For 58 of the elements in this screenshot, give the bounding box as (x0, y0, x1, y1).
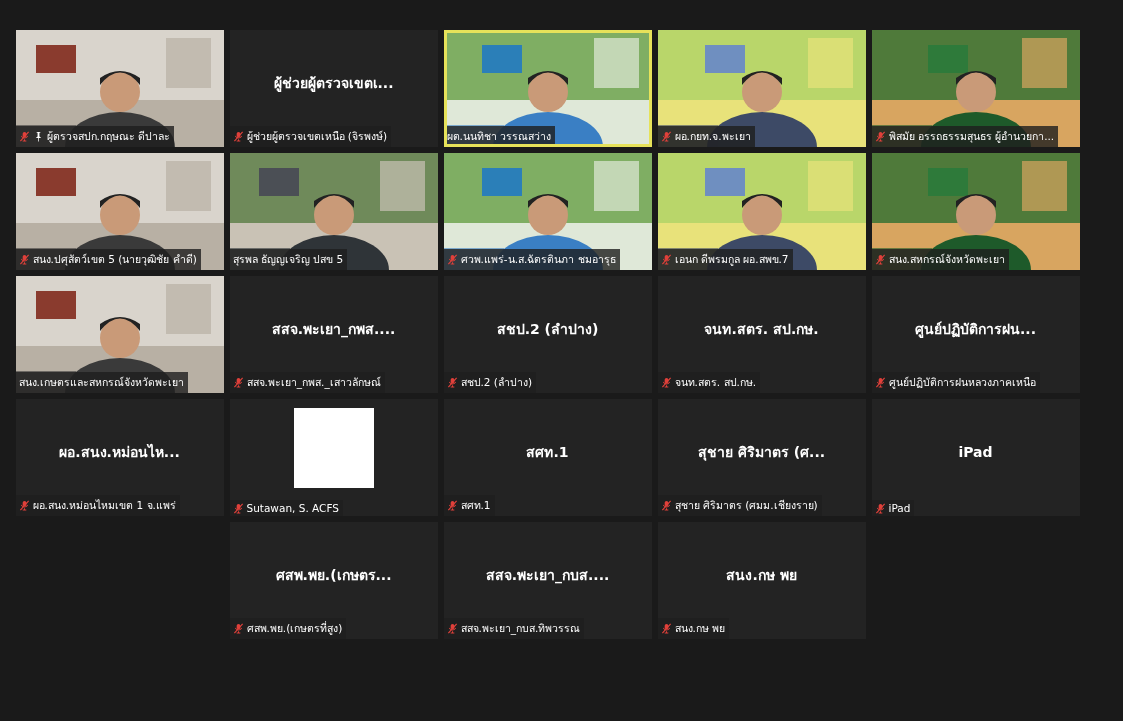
participant-tile[interactable]: สศท.1 สศท.1 (443, 399, 652, 516)
participant-name: ศูนย์ปฏิบัติการฝน... (915, 319, 1036, 340)
participant-name: ศสพ.พย.(เกษตร... (275, 565, 392, 585)
participant-label: ศวพ.แพร่-น.ส.ฉัตรตินภา ชมอารุธ (460, 252, 616, 268)
participant-tile[interactable]: ศูนย์ปฏิบัติการฝน... ศูนย์ปฏิบัติการฝนหลวงภาคเหนือ (871, 276, 1080, 393)
participant-label: เอนก ดีพรมกูล ผอ.สพข.7 (674, 252, 789, 268)
participant-label: สชป.2 (ลำปาง) (460, 375, 533, 390)
participant-label: สศท.1 (460, 498, 491, 513)
participant-name: สสจ.พะเยา_กพส.... (271, 319, 396, 340)
participant-tile[interactable]: ผู้ตรวจสปก.กฤษณะ ดีปาละ (15, 30, 224, 147)
participant-name: ผู้ช่วยผู้ตรวจเขตเ... (273, 73, 394, 94)
participant-label: ศูนย์ปฏิบัติการฝนหลวงภาคเหนือ (888, 375, 1036, 391)
participant-tile[interactable]: สุชาย ศิริมาตร (ศ... สุชาย ศิริมาตร (ศมม.เชียงราย) (657, 399, 866, 516)
participant-label: จนท.สตร. สป.กษ. (674, 375, 757, 390)
participant-tile[interactable]: ผอ.กยท.จ.พะเยา (657, 30, 866, 147)
participant-label: ผู้ตรวจสปก.กฤษณะ ดีปาละ (46, 129, 171, 145)
participant-label: สุชาย ศิริมาตร (ศมม.เชียงราย) (674, 498, 818, 514)
participant-tile[interactable]: พิสมัย อรรถธรรมสุนธร ผู้อำนวยกา... (871, 30, 1080, 147)
participant-label: ผต.นนทิชา วรรณสว่าง (446, 129, 552, 144)
participant-tile[interactable]: จนท.สตร. สป.กษ. จนท.สตร. สป.กษ. (657, 276, 866, 393)
participant-label: สุรพล ธัญญเจริญ ปสข 5 (232, 252, 344, 268)
participant-name: ผอ.สนง.หม่อนไห... (59, 442, 180, 462)
participant-label: ผอ.สนง.หม่อนไหมเขต 1 จ.แพร่ (32, 498, 176, 513)
participant-label: iPad (888, 502, 911, 514)
participant-tile[interactable]: ผอ.สนง.หม่อนไห... ผอ.สนง.หม่อนไหมเขต 1 จ.แพร่ (15, 399, 224, 516)
participant-name: สศท.1 (526, 442, 569, 462)
participant-tile[interactable]: เอนก ดีพรมกูล ผอ.สพข.7 (657, 153, 866, 270)
participant-tile[interactable]: ศสพ.พย.(เกษตร... ศสพ.พย.(เกษตรที่สูง) (229, 522, 438, 639)
participant-label: พิสมัย อรรถธรรมสุนธร ผู้อำนวยกา... (888, 129, 1055, 145)
participant-label: สสจ.พะเยา_กบส.ทิพวรรณ (460, 621, 581, 637)
participant-tile[interactable]: ผู้ช่วยผู้ตรวจเขตเ... ผู้ช่วยผู้ตรวจเขตเหนือ (จิรพงษ์) (229, 30, 438, 147)
participant-name: สุชาย ศิริมาตร (ศ... (697, 442, 826, 463)
participant-label: ผู้ช่วยผู้ตรวจเขตเหนือ (จิรพงษ์) (246, 129, 388, 145)
participant-name: สสจ.พะเยา_กบส.... (485, 565, 610, 586)
participant-tile[interactable]: สนง.ปศุสัตว์เขต 5 (นายวุฒิชัย คำดี) (15, 153, 224, 270)
participant-tile[interactable]: ผต.นนทิชา วรรณสว่าง (443, 30, 652, 147)
participant-name: iPad (958, 443, 993, 460)
participant-label: สสจ.พะเยา_กพส._เสาวลักษณ์ (246, 375, 381, 391)
participant-label: สนง.กษ พย (674, 621, 726, 636)
participant-label: ศสพ.พย.(เกษตรที่สูง) (246, 620, 343, 637)
participant-tile[interactable]: สุรพล ธัญญเจริญ ปสข 5 (229, 153, 438, 270)
participant-tile[interactable]: สสจ.พะเยา_กพส.... สสจ.พะเยา_กพส._เสาวลักษณ์ (229, 276, 438, 393)
participant-name: สชป.2 (ลำปาง) (496, 319, 599, 339)
participant-name: จนท.สตร. สป.กษ. (704, 319, 819, 339)
participant-tile[interactable]: สชป.2 (ลำปาง) สชป.2 (ลำปาง) (443, 276, 652, 393)
participant-tile[interactable]: ศวพ.แพร่-น.ส.ฉัตรตินภา ชมอารุธ (443, 153, 652, 270)
participant-label: Sutawan, S. ACFS (246, 502, 339, 514)
participant-tile[interactable]: สนง.สหกรณ์จังหวัดพะเยา (871, 153, 1080, 270)
participant-tile[interactable]: สสจ.พะเยา_กบส.... สสจ.พะเยา_กบส.ทิพวรรณ (443, 522, 652, 639)
participant-tile[interactable]: สนง.กษ พย สนง.กษ พย (657, 522, 866, 639)
participant-label: สนง.ปศุสัตว์เขต 5 (นายวุฒิชัย คำดี) (32, 252, 197, 268)
participant-label: ผอ.กยท.จ.พะเยา (674, 129, 751, 144)
participant-label: สนง.สหกรณ์จังหวัดพะเยา (888, 252, 1005, 267)
participant-tile[interactable]: สนง.เกษตรและสหกรณ์จังหวัดพะเยา (15, 276, 224, 393)
participant-name: สนง.กษ พย (726, 565, 797, 585)
participant-label: สนง.เกษตรและสหกรณ์จังหวัดพะเยา (18, 375, 184, 390)
participant-tile[interactable]: iPad iPad (871, 399, 1080, 516)
participant-tile[interactable]: Sutawan, S. ACFS (229, 399, 438, 516)
